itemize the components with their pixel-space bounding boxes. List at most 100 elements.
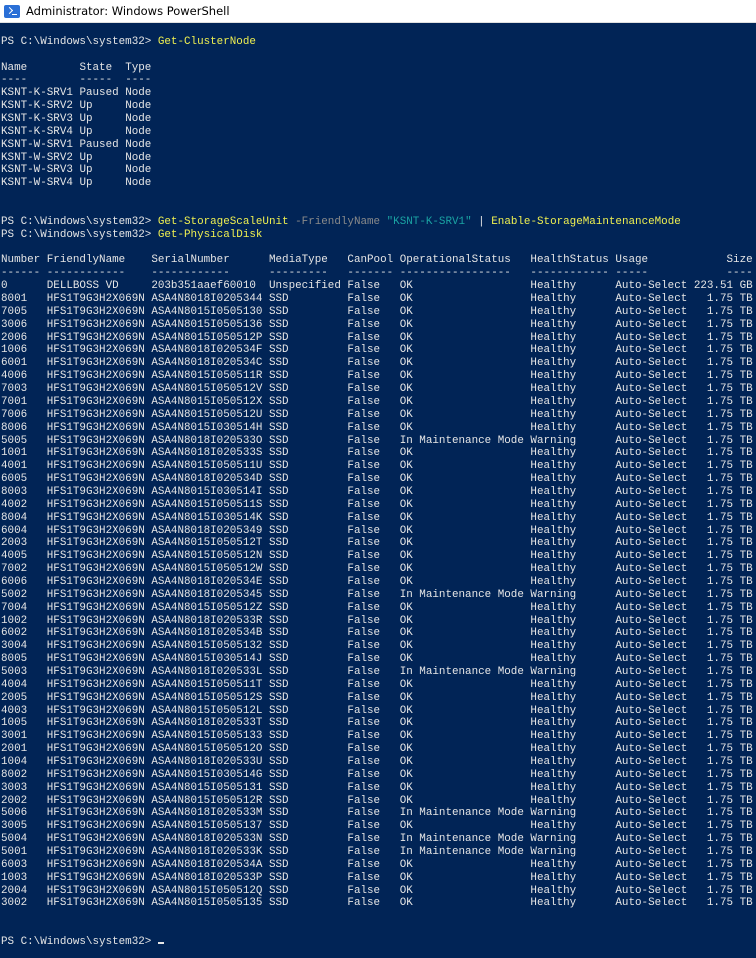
- cell-size: 1.75 TB: [693, 704, 753, 717]
- cell-media-type: SSD: [268, 794, 348, 807]
- cell-operational-status: OK: [399, 408, 531, 421]
- cell-number: 3003: [1, 781, 47, 794]
- cell-size: Size: [693, 254, 753, 267]
- cell-usage: Auto-Select: [615, 473, 694, 486]
- table-header: Number FriendlyName SerialNumber MediaTy…: [1, 254, 756, 267]
- cell-friendly-name: HFS1T9G3H2X069N: [46, 408, 152, 421]
- cell-serial-number: ASA4N8018I020533U: [151, 755, 269, 768]
- cell-friendly-name: HFS1T9G3H2X069N: [46, 460, 152, 473]
- cell-media-type: SSD: [268, 473, 348, 486]
- physical-disk-row: 7004 HFS1T9G3H2X069N ASA4N8015I050512Z S…: [1, 602, 756, 615]
- physical-disk-row: 4005 HFS1T9G3H2X069N ASA4N8015I050512N S…: [1, 550, 756, 563]
- cell-friendly-name: HFS1T9G3H2X069N: [46, 640, 152, 653]
- cell-health-status: Warning: [530, 588, 616, 601]
- cell-size: 1.75 TB: [693, 485, 753, 498]
- cell-media-type: SSD: [268, 858, 348, 871]
- cell-can-pool: False: [347, 871, 400, 884]
- cell-can-pool: False: [347, 730, 400, 743]
- cell-number: 8005: [1, 653, 47, 666]
- cell-health-status: Healthy: [530, 370, 616, 383]
- cell-can-pool: False: [347, 383, 400, 396]
- cell-friendly-name: HFS1T9G3H2X069N: [46, 665, 152, 678]
- cell-size: 223.51 GB: [693, 280, 753, 293]
- cell-usage: Auto-Select: [615, 755, 694, 768]
- cell-number: 5006: [1, 807, 47, 820]
- cell-can-pool: False: [347, 473, 400, 486]
- cell-number: 7004: [1, 601, 47, 614]
- cell-number: 3002: [1, 897, 47, 910]
- cluster-node-row: KSNT-W-SRV4 Up Node: [1, 177, 756, 190]
- cell-size: 1.75 TB: [693, 768, 753, 781]
- cell-friendly-name: HFS1T9G3H2X069N: [46, 331, 152, 344]
- cell-operational-status: OK: [399, 858, 531, 871]
- cell-health-status: Healthy: [530, 293, 616, 306]
- cell-can-pool: -------: [347, 267, 400, 280]
- cell-operational-status: OK: [399, 485, 531, 498]
- cell-can-pool: False: [347, 331, 400, 344]
- cell-media-type: SSD: [268, 331, 348, 344]
- cell-number: 8006: [1, 421, 47, 434]
- cell-can-pool: False: [347, 370, 400, 383]
- cell-serial-number: ASA4N8015I050512O: [151, 743, 269, 756]
- cell-operational-status: OK: [399, 370, 531, 383]
- cell-health-status: Healthy: [530, 730, 616, 743]
- cell-usage: Auto-Select: [615, 833, 694, 846]
- cell-serial-number: ASA4N8018I020534E: [151, 575, 269, 588]
- cell-friendly-name: HFS1T9G3H2X069N: [46, 498, 152, 511]
- cell-state: Paused: [79, 87, 126, 100]
- cell-usage: Auto-Select: [615, 678, 694, 691]
- cell-health-status: Healthy: [530, 871, 616, 884]
- physical-disk-row: 5005 HFS1T9G3H2X069N ASA4N8018I020533O S…: [1, 435, 756, 448]
- cell-usage: Auto-Select: [615, 781, 694, 794]
- cell-can-pool: False: [347, 640, 400, 653]
- cell-usage: Auto-Select: [615, 460, 694, 473]
- physical-disk-row: 6005 HFS1T9G3H2X069N ASA4N8018I020534D S…: [1, 473, 756, 486]
- cluster-node-row: KSNT-W-SRV1 Paused Node: [1, 139, 756, 152]
- cell-health-status: Healthy: [530, 884, 616, 897]
- physical-disk-row: 1006 HFS1T9G3H2X069N ASA4N8018I020534F S…: [1, 344, 756, 357]
- cell-number: 6001: [1, 357, 47, 370]
- console-output[interactable]: PS C:\Windows\system32> Get-ClusterNode …: [1, 23, 756, 958]
- cell-usage: Auto-Select: [615, 743, 694, 756]
- cell-health-status: Warning: [530, 665, 616, 678]
- cell-health-status: HealthStatus: [530, 254, 616, 267]
- prompt: PS C:\Windows\system32>: [1, 228, 158, 241]
- title-bar[interactable]: Administrator: Windows PowerShell: [0, 0, 756, 23]
- physical-disk-row: 2006 HFS1T9G3H2X069N ASA4N8015I050512P S…: [1, 332, 756, 345]
- cell-serial-number: ASA4N8015I050511U: [151, 460, 269, 473]
- cell-can-pool: False: [347, 678, 400, 691]
- cell-usage: Usage: [615, 254, 694, 267]
- cell-media-type: SSD: [268, 293, 348, 306]
- cell-media-type: SSD: [268, 318, 348, 331]
- active-prompt-line[interactable]: PS C:\Windows\system32>: [1, 936, 756, 949]
- cell-size: 1.75 TB: [693, 370, 753, 383]
- cell-state: Up: [79, 164, 126, 177]
- cell-usage: Auto-Select: [615, 871, 694, 884]
- cell-size: 1.75 TB: [693, 846, 753, 858]
- cell-media-type: SSD: [268, 755, 348, 768]
- cell-media-type: SSD: [268, 768, 348, 781]
- cell-size: 1.75 TB: [693, 833, 753, 846]
- cell-number: 1001: [1, 447, 47, 460]
- string-argument: "KSNT-K-SRV1": [386, 215, 472, 228]
- cell-friendly-name: HFS1T9G3H2X069N: [46, 318, 152, 331]
- cell-can-pool: CanPool: [347, 254, 400, 267]
- cell-type: Node: [125, 177, 152, 190]
- cell-friendly-name: HFS1T9G3H2X069N: [46, 370, 152, 383]
- cell-serial-number: ASA4N8015I050512P: [151, 331, 269, 344]
- cell-usage: Auto-Select: [615, 318, 694, 331]
- cell-operational-status: OK: [399, 678, 531, 691]
- cell-friendly-name: HFS1T9G3H2X069N: [46, 357, 152, 370]
- physical-disk-row: 7002 HFS1T9G3H2X069N ASA4N8015I050512W S…: [1, 563, 756, 576]
- cell-serial-number: ASA4N8015I050512R: [151, 794, 269, 807]
- physical-disk-row: 6003 HFS1T9G3H2X069N ASA4N8018I020534A S…: [1, 859, 756, 872]
- cell-operational-status: OK: [399, 704, 531, 717]
- physical-disk-row: 4006 HFS1T9G3H2X069N ASA4N8015I050511R S…: [1, 370, 756, 383]
- physical-disk-row: 7001 HFS1T9G3H2X069N ASA4N8015I050512X S…: [1, 396, 756, 409]
- cell-size: 1.75 TB: [693, 588, 753, 601]
- cell-can-pool: False: [347, 293, 400, 306]
- cell-number: 2001: [1, 743, 47, 756]
- cell-number: 7003: [1, 383, 47, 396]
- cell-name: KSNT-K-SRV2: [1, 100, 80, 113]
- table-header: Name State Type: [1, 62, 756, 75]
